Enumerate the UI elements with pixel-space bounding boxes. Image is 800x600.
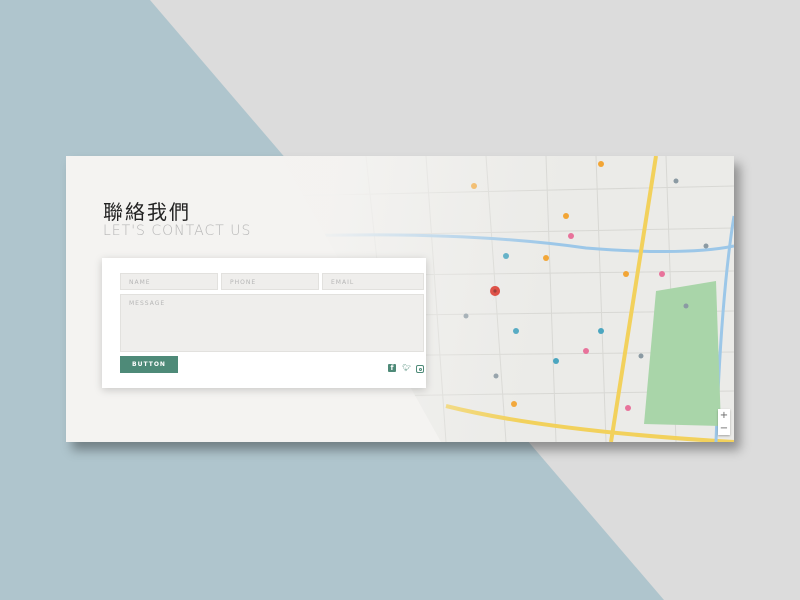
facebook-icon[interactable]: f — [388, 364, 396, 372]
phone-field[interactable]: PHONE — [221, 273, 319, 290]
page-title: 聯絡我們 — [103, 200, 191, 224]
email-field[interactable]: EMAIL — [322, 273, 424, 290]
message-field[interactable]: MESSAGE — [120, 294, 424, 352]
submit-button[interactable]: BUTTON — [120, 356, 178, 373]
contact-form: NAME PHONE EMAIL MESSAGE BUTTON f 🐦︎ — [102, 258, 426, 388]
twitter-icon[interactable]: 🐦︎ — [402, 364, 411, 372]
name-field[interactable]: NAME — [120, 273, 218, 290]
contact-card: + − 聯絡我們 LET'S CONTACT US NAME PHONE EMA… — [66, 156, 734, 442]
instagram-icon[interactable] — [416, 365, 424, 373]
page-subtitle: LET'S CONTACT US — [103, 223, 252, 239]
